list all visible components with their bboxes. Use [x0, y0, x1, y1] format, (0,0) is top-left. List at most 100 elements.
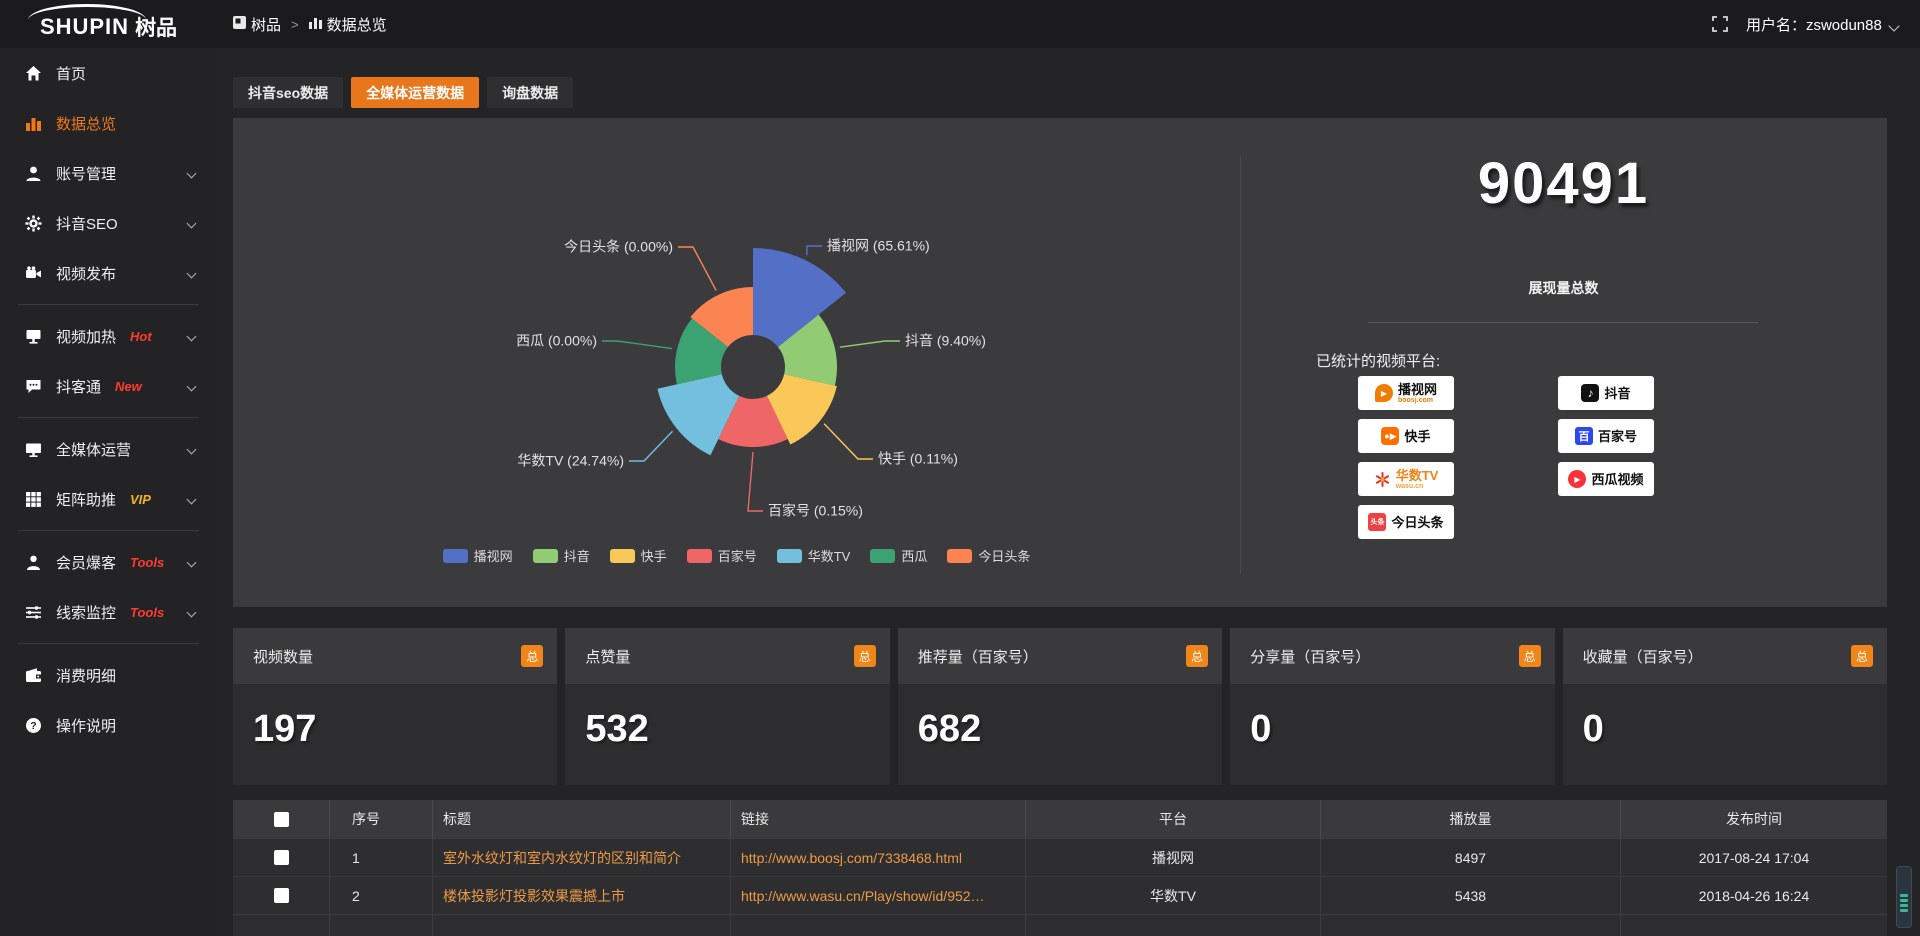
sidebar-item-2[interactable]: 账号管理 — [0, 148, 217, 198]
legend-label: 快手 — [641, 546, 667, 565]
chevron-down-icon — [187, 169, 197, 179]
stat-card-label: 推荐量（百家号） — [918, 646, 1038, 667]
legend-item-西瓜[interactable]: 西瓜 — [870, 546, 927, 565]
sidebar-item-7[interactable]: 全媒体运营 — [0, 424, 217, 474]
sidebar-item-6[interactable]: 抖客通New — [0, 361, 217, 411]
legend-item-抖音[interactable]: 抖音 — [533, 546, 590, 565]
sidebar: 首页数据总览账号管理抖音SEO视频发布视频加热Hot抖客通New 全媒体运营矩阵助… — [0, 48, 217, 936]
sidebar-item-label: 全媒体运营 — [56, 439, 131, 460]
sidebar-item-12[interactable]: ? 操作说明 — [0, 700, 217, 750]
stat-card-2: 推荐量（百家号）总682 — [898, 628, 1222, 785]
sidebar-item-5[interactable]: 视频加热Hot — [0, 311, 217, 361]
tab-0[interactable]: 抖音seo数据 — [233, 77, 343, 108]
legend-item-华数TV[interactable]: 华数TV — [777, 546, 851, 565]
xigua-logo-icon: ▶ — [1568, 470, 1586, 488]
user-menu[interactable]: 用户名：zswodun88 — [1746, 14, 1898, 35]
total-badge: 总 — [521, 645, 543, 667]
scroll-indicator[interactable] — [1896, 866, 1912, 928]
stat-card-label: 分享量（百家号） — [1250, 646, 1370, 667]
stat-card-value: 682 — [898, 684, 1222, 751]
sidebar-item-label: 数据总览 — [56, 113, 116, 134]
chevron-down-icon — [187, 608, 197, 618]
chevron-down-icon — [187, 445, 197, 455]
cell-title-link[interactable]: 楼体投影灯投影效果震撼上市 — [432, 877, 730, 914]
legend-label: 播视网 — [474, 546, 513, 565]
sidebar-item-0[interactable]: 首页 — [0, 48, 217, 98]
sidebar-item-label: 操作说明 — [56, 715, 116, 736]
breadcrumb-current[interactable]: 数据总览 — [309, 14, 387, 35]
sidebar-item-4[interactable]: 视频发布 — [0, 248, 217, 298]
data-tabs: 抖音seo数据全媒体运营数据询盘数据 — [233, 77, 573, 108]
legend-swatch — [777, 549, 802, 563]
pie-slice-华数TV[interactable] — [657, 374, 739, 455]
total-badge: 总 — [1519, 645, 1541, 667]
video-camera-icon — [24, 264, 42, 282]
stat-card-0: 视频数量总197 — [233, 628, 557, 785]
platform-subtext: wasu.cn — [1396, 483, 1439, 490]
legend-item-播视网[interactable]: 播视网 — [443, 546, 513, 565]
overview-panel: 播视网 (65.61%)抖音 (9.40%)快手 (0.11%)百家号 (0.1… — [233, 118, 1887, 607]
row-checkbox[interactable] — [274, 850, 289, 865]
stat-card-value: 0 — [1563, 684, 1887, 751]
grid-icon — [24, 490, 42, 508]
table-row-partial — [233, 914, 1887, 936]
total-badge: 总 — [1851, 645, 1873, 667]
question-icon: ? — [24, 716, 42, 734]
stat-card-value: 0 — [1230, 684, 1554, 751]
sidebar-item-label: 会员爆客 — [56, 552, 116, 573]
cell-url-link[interactable]: http://www.boosj.com/7338468.html — [730, 839, 1025, 876]
tab-2[interactable]: 询盘数据 — [487, 77, 573, 108]
logo-arc — [28, 4, 146, 20]
sidebar-item-9[interactable]: 会员爆客Tools — [0, 537, 217, 587]
bar-chart-icon — [309, 16, 322, 33]
sliders-icon — [24, 603, 42, 621]
stat-card-label: 点赞量 — [585, 646, 630, 667]
user-icon — [24, 164, 42, 182]
table-row: 2楼体投影灯投影效果震撼上市http://www.wasu.cn/Play/sh… — [233, 876, 1887, 914]
impressions-total-value: 90491 — [1240, 150, 1887, 217]
pie-label-西瓜: 西瓜 (0.00%) — [516, 333, 597, 349]
svg-text:?: ? — [30, 720, 36, 732]
home-icon — [24, 64, 42, 82]
legend-item-百家号[interactable]: 百家号 — [687, 546, 757, 565]
sidebar-item-3[interactable]: 抖音SEO — [0, 198, 217, 248]
breadcrumb-root[interactable]: 树品 — [233, 14, 281, 35]
wasu-logo-icon — [1374, 471, 1391, 488]
fullscreen-icon[interactable] — [1712, 16, 1728, 32]
sidebar-item-badge: New — [115, 379, 142, 394]
stat-cards-row: 视频数量总197点赞量总532推荐量（百家号）总682分享量（百家号）总0收藏量… — [233, 628, 1887, 785]
cell-url-link[interactable]: http://www.wasu.cn/Play/show/id/952… — [730, 877, 1025, 914]
total-badge: 总 — [854, 645, 876, 667]
pie-label-抖音: 抖音 (9.40%) — [905, 333, 986, 349]
legend-item-今日头条[interactable]: 今日头条 — [947, 546, 1030, 565]
legend-swatch — [610, 549, 635, 563]
legend-swatch — [687, 549, 712, 563]
sidebar-divider — [18, 417, 199, 418]
tab-1[interactable]: 全媒体运营数据 — [351, 77, 479, 108]
cell-title-link[interactable]: 室外水纹灯和室内水纹灯的区别和简介 — [432, 839, 730, 876]
sidebar-item-8[interactable]: 矩阵助推VIP — [0, 474, 217, 524]
sidebar-divider — [18, 530, 199, 531]
legend-item-快手[interactable]: 快手 — [610, 546, 667, 565]
user-label: 用户名：zswodun88 — [1746, 17, 1882, 34]
select-all-checkbox[interactable] — [274, 812, 289, 827]
sidebar-item-11[interactable]: 消费明细 — [0, 650, 217, 700]
platform-badge-播视网: ▶播视网boosj.com — [1358, 376, 1454, 410]
sidebar-item-label: 线索监控 — [56, 602, 116, 623]
toutiao-logo-icon: 头条 — [1368, 513, 1386, 531]
chevron-down-icon — [187, 558, 197, 568]
monitor-icon — [24, 440, 42, 458]
row-checkbox[interactable] — [274, 888, 289, 903]
sidebar-item-10[interactable]: 线索监控Tools — [0, 587, 217, 637]
table-header-row: 序号标题链接平台播放量发布时间 — [233, 800, 1887, 838]
table-row: 1室外水纹灯和室内水纹灯的区别和简介http://www.boosj.com/7… — [233, 838, 1887, 876]
videos-table: 序号标题链接平台播放量发布时间1室外水纹灯和室内水纹灯的区别和简介http://… — [233, 800, 1887, 936]
sidebar-item-label: 消费明细 — [56, 665, 116, 686]
dashboard-page: SHUPIN 树品 树品 > 数据总览 用户名：zswodun88 — [0, 0, 1920, 936]
table-header-0: 序号 — [329, 800, 432, 838]
pie-label-播视网: 播视网 (65.61%) — [827, 238, 930, 254]
sidebar-item-badge: Hot — [130, 329, 152, 344]
sidebar-item-1[interactable]: 数据总览 — [0, 98, 217, 148]
stat-card-label: 收藏量（百家号） — [1583, 646, 1703, 667]
cell-platform: 播视网 — [1025, 839, 1320, 876]
